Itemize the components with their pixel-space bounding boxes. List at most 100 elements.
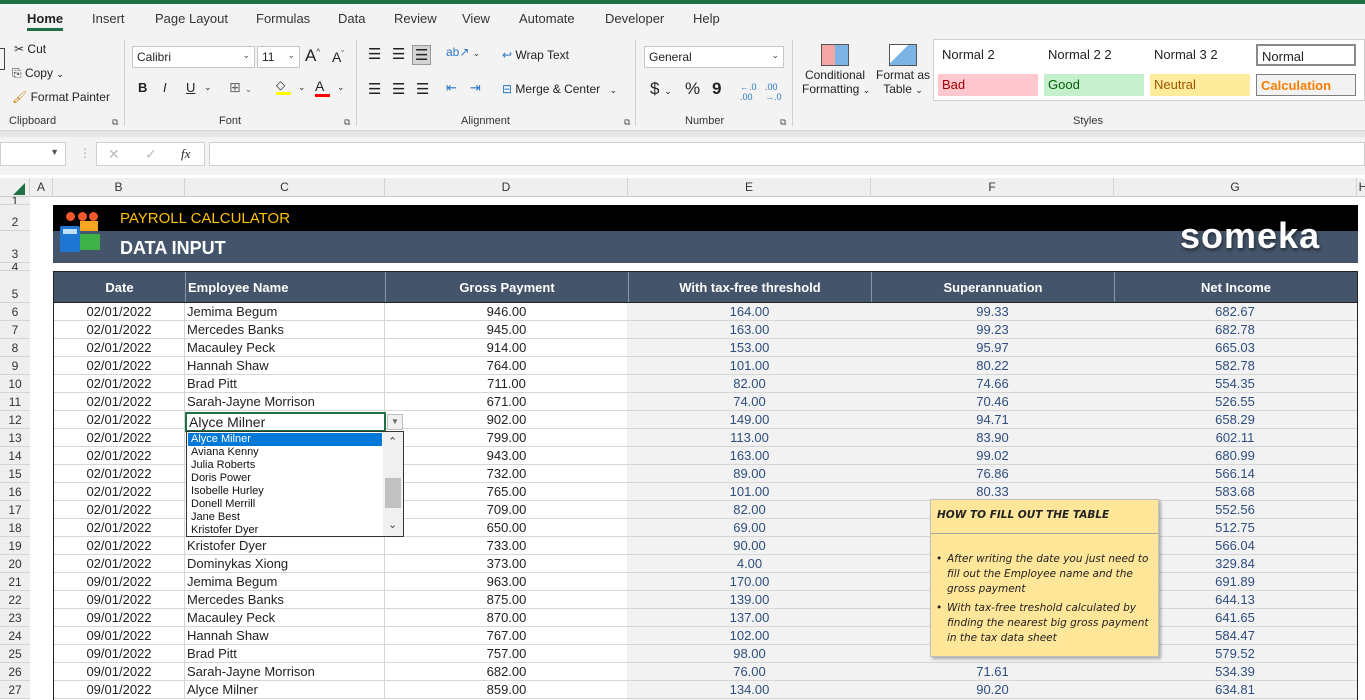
row-header[interactable]: 27 — [0, 681, 30, 699]
copy-button[interactable]: ⎘ Copy ⌄ — [12, 66, 64, 81]
font-color-button[interactable]: A — [315, 78, 330, 97]
someka-logo[interactable]: someka — [1180, 215, 1320, 257]
cell-gross-payment[interactable]: 709.00 — [385, 501, 628, 518]
cell-tax-free-threshold[interactable]: 76.00 — [628, 663, 871, 680]
cell-net-income[interactable]: 526.55 — [1114, 393, 1356, 410]
increase-decimal-button[interactable]: ←.0.00 — [740, 82, 757, 102]
cell-date[interactable]: 02/01/2022 — [53, 357, 185, 374]
cell-date[interactable]: 09/01/2022 — [53, 681, 185, 698]
cell-tax-free-threshold[interactable]: 134.00 — [628, 681, 871, 698]
row-header[interactable]: 15 — [0, 465, 30, 483]
cell-date[interactable]: 09/01/2022 — [53, 591, 185, 608]
cell-employee-name[interactable]: Jemima Begum — [187, 303, 385, 320]
active-cell-employee-name[interactable]: Alyce Milner — [185, 412, 386, 432]
format-painter-button[interactable]: 🖌 Format Painter — [12, 90, 110, 104]
cell-gross-payment[interactable]: 859.00 — [385, 681, 628, 698]
font-name-select[interactable]: Calibri ⌄ — [132, 46, 255, 68]
select-all-button[interactable] — [0, 178, 30, 197]
dropdown-option[interactable]: Jane Best — [191, 511, 240, 524]
scrollbar-thumb[interactable] — [385, 478, 401, 508]
header-tax-free-threshold[interactable]: With tax-free threshold — [629, 272, 872, 302]
column-header-d[interactable]: D — [385, 178, 628, 197]
cell-employee-name[interactable]: Hannah Shaw — [187, 357, 385, 374]
cell-gross-payment[interactable]: 767.00 — [385, 627, 628, 644]
cut-button[interactable]: ✂ Cut — [14, 42, 46, 56]
cell-date[interactable]: 02/01/2022 — [53, 519, 185, 536]
row-header[interactable]: 13 — [0, 429, 30, 447]
increase-indent-button[interactable]: ⇥ — [470, 80, 481, 96]
cell-gross-payment[interactable]: 650.00 — [385, 519, 628, 536]
cell-tax-free-threshold[interactable]: 163.00 — [628, 321, 871, 338]
cell-superannuation[interactable]: 70.46 — [871, 393, 1114, 410]
number-format-select[interactable]: General ⌄ — [644, 46, 784, 68]
header-date[interactable]: Date — [54, 272, 186, 302]
column-header-e[interactable]: E — [628, 178, 871, 197]
cell-employee-name[interactable]: Brad Pitt — [187, 375, 385, 392]
cell-date[interactable]: 02/01/2022 — [53, 465, 185, 482]
row-header[interactable]: 17 — [0, 501, 30, 519]
cell-gross-payment[interactable]: 764.00 — [385, 357, 628, 374]
column-header-g[interactable]: G — [1114, 178, 1357, 197]
row-header[interactable]: 12 — [0, 411, 30, 429]
dropdown-scrollbar[interactable]: ⌃ ⌄ — [383, 432, 403, 536]
cell-employee-name[interactable]: Macauley Peck — [187, 339, 385, 356]
tab-help[interactable]: Help — [693, 11, 720, 26]
cell-tax-free-threshold[interactable]: 69.00 — [628, 519, 871, 536]
cell-superannuation[interactable]: 71.61 — [871, 663, 1114, 680]
cell-gross-payment[interactable]: 757.00 — [385, 645, 628, 662]
dropdown-option[interactable]: Donell Merrill — [191, 498, 255, 511]
font-color-dropdown[interactable]: ⌄ — [337, 82, 345, 93]
cell-date[interactable]: 09/01/2022 — [53, 627, 185, 644]
cell-date[interactable]: 02/01/2022 — [53, 411, 185, 428]
row-header[interactable]: 24 — [0, 627, 30, 645]
align-bottom-button[interactable]: ☰ — [412, 45, 432, 65]
currency-button[interactable]: $ ⌄ — [650, 79, 672, 99]
cell-tax-free-threshold[interactable]: 89.00 — [628, 465, 871, 482]
column-header-h[interactable]: H — [1357, 178, 1365, 197]
cell-tax-free-threshold[interactable]: 74.00 — [628, 393, 871, 410]
borders-button[interactable]: ⊞ ⌄ — [229, 79, 252, 96]
cell-superannuation[interactable]: 99.33 — [871, 303, 1114, 320]
cell-tax-free-threshold[interactable]: 82.00 — [628, 501, 871, 518]
cell-net-income[interactable]: 682.67 — [1114, 303, 1356, 320]
align-right-button[interactable]: ☰ — [416, 80, 429, 98]
row-header[interactable]: 22 — [0, 591, 30, 609]
cell-tax-free-threshold[interactable]: 4.00 — [628, 555, 871, 572]
cell-net-income[interactable]: 583.68 — [1114, 483, 1356, 500]
cell-date[interactable]: 02/01/2022 — [53, 429, 185, 446]
style-normal[interactable]: Normal — [1256, 44, 1356, 66]
align-center-button[interactable]: ☰ — [392, 80, 405, 98]
cell-tax-free-threshold[interactable]: 90.00 — [628, 537, 871, 554]
cell-net-income[interactable]: 658.29 — [1114, 411, 1356, 428]
cell-superannuation[interactable]: 76.86 — [871, 465, 1114, 482]
cell-superannuation[interactable]: 99.02 — [871, 447, 1114, 464]
cell-net-income[interactable]: 602.11 — [1114, 429, 1356, 446]
cell-tax-free-threshold[interactable]: 149.00 — [628, 411, 871, 428]
cell-tax-free-threshold[interactable]: 137.00 — [628, 609, 871, 626]
cell-superannuation[interactable]: 80.22 — [871, 357, 1114, 374]
cell-gross-payment[interactable]: 943.00 — [385, 447, 628, 464]
cell-tax-free-threshold[interactable]: 163.00 — [628, 447, 871, 464]
cell-employee-name[interactable]: Mercedes Banks — [187, 591, 385, 608]
cell-gross-payment[interactable]: 963.00 — [385, 573, 628, 590]
align-top-button[interactable]: ☰ — [368, 45, 381, 63]
cell-date[interactable]: 02/01/2022 — [53, 501, 185, 518]
row-header[interactable]: 26 — [0, 663, 30, 681]
header-superannuation[interactable]: Superannuation — [872, 272, 1115, 302]
column-header-c[interactable]: C — [185, 178, 385, 197]
italic-button[interactable]: I — [163, 80, 167, 95]
dialog-launcher-icon[interactable]: ⧉ — [112, 117, 118, 128]
cell-date[interactable]: 09/01/2022 — [53, 645, 185, 662]
tab-formulas[interactable]: Formulas — [256, 11, 310, 26]
cell-tax-free-threshold[interactable]: 153.00 — [628, 339, 871, 356]
grow-font-button[interactable]: A^ — [305, 46, 320, 66]
row-header[interactable]: 3 — [0, 231, 30, 263]
cell-employee-name[interactable]: Macauley Peck — [187, 609, 385, 626]
cell-tax-free-threshold[interactable]: 164.00 — [628, 303, 871, 320]
cell-gross-payment[interactable]: 799.00 — [385, 429, 628, 446]
tab-developer[interactable]: Developer — [605, 11, 664, 26]
cell-date[interactable]: 02/01/2022 — [53, 537, 185, 554]
cell-date[interactable]: 02/01/2022 — [53, 447, 185, 464]
cell-employee-name[interactable]: Kristofer Dyer — [187, 537, 385, 554]
style-normal-2[interactable]: Normal 2 — [938, 44, 1038, 66]
